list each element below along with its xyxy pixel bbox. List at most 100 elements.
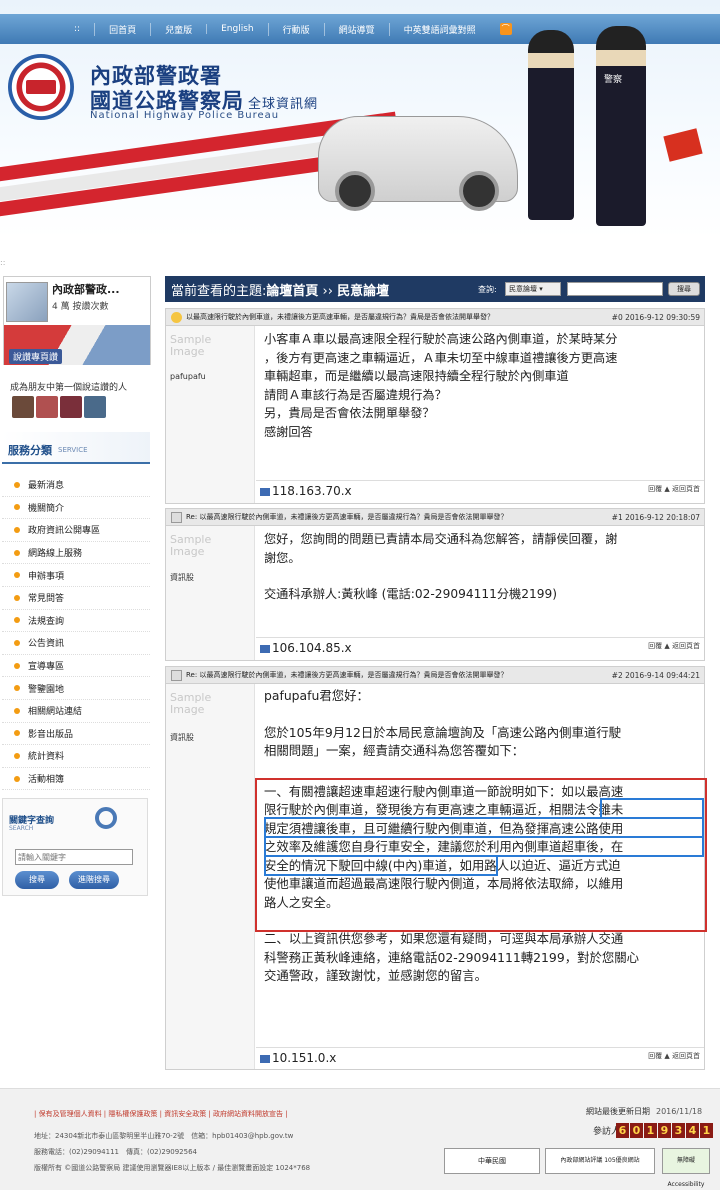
- rss-icon[interactable]: ⌒: [499, 23, 512, 35]
- back-to-top-link[interactable]: 返回頁首: [672, 485, 700, 493]
- avatar[interactable]: [84, 396, 106, 418]
- bullet-icon: [14, 685, 20, 692]
- service-item[interactable]: 活動相簿: [2, 768, 150, 791]
- avatar[interactable]: [12, 396, 34, 418]
- board-select-value: 民意論壇: [509, 285, 537, 293]
- breadcrumb-section-link[interactable]: 民意論壇: [337, 284, 389, 299]
- author-name[interactable]: pafupafu: [170, 372, 206, 381]
- author-name[interactable]: 資訊股: [170, 572, 194, 583]
- service-item[interactable]: 警鑒園地: [2, 677, 150, 700]
- nav-english[interactable]: English: [206, 24, 268, 34]
- nav-sitemap[interactable]: 網站導覽: [323, 22, 389, 36]
- nav-mobile[interactable]: 行動版: [267, 22, 324, 36]
- board-search-input[interactable]: [567, 282, 663, 296]
- service-item[interactable]: 機關簡介: [2, 497, 150, 520]
- flag-image: [663, 128, 703, 162]
- service-item[interactable]: 網路線上服務: [2, 542, 150, 565]
- nav-kids[interactable]: 兒童版: [150, 22, 206, 36]
- post-line: pafupafu君您好：: [264, 688, 369, 703]
- post-title: 以最高速限行駛於內側車道，未禮讓後方更高速車輛，是否屬違規行為？貴局是否會依法開…: [166, 309, 704, 326]
- keyword-input[interactable]: [15, 849, 133, 865]
- breadcrumb-forum-link[interactable]: 論壇首頁: [266, 284, 318, 299]
- reply-link[interactable]: 回覆: [648, 642, 662, 650]
- site-footer: | 保有及管理個人資料 | 隱私權保護政策 | 資訊安全政策 | 政府網站資料開…: [0, 1088, 720, 1190]
- facebook-page-image[interactable]: [6, 282, 48, 322]
- back-to-top-link[interactable]: 返回頁首: [672, 1052, 700, 1060]
- footer-address: 地址：24304新北市泰山區黎明里半山雅70-2號 信箱：hpb01403@hp…: [34, 1132, 294, 1140]
- post-line: ，後方有更高速之車輛逼近，Ａ車未切至中線車道禮讓後方更高速: [264, 350, 618, 365]
- board-select[interactable]: 民意論壇 ▾: [505, 282, 561, 296]
- breadcrumb-label: 當前查看的主題:: [171, 283, 267, 299]
- roc-badge[interactable]: 中華民國: [444, 1148, 540, 1174]
- back-to-top-link[interactable]: 返回頁首: [672, 642, 700, 650]
- highlight-blue-box: [600, 798, 704, 819]
- update-label: 網站最後更新日期: [586, 1107, 650, 1116]
- keyword-search-button[interactable]: 搜尋: [15, 871, 59, 889]
- service-item[interactable]: 統計資料: [2, 745, 150, 768]
- post-line: 小客車Ａ車以最高速限全程行駛於高速公路內側車道，於某時某分: [264, 332, 618, 346]
- post-line: 相關問題」一案，經責請交通科為您答覆如下：: [264, 743, 525, 758]
- document-icon: [171, 670, 182, 681]
- service-item[interactable]: 最新消息: [2, 474, 150, 497]
- service-item[interactable]: 申辦事項: [2, 564, 150, 587]
- reply-link[interactable]: 回覆: [648, 485, 662, 493]
- post-line: 科警務正黃秋峰連絡，連絡電話02-29094111轉2199，對於您關心: [264, 949, 640, 965]
- award-badge[interactable]: 內政部網站評議 105優良網站: [545, 1148, 655, 1174]
- post-line: 您好，您詢問的問題已責請本局交通科為您解答，請靜侯回覆，謝: [264, 532, 618, 546]
- post-author-panel: Sample Image 資訊股: [166, 526, 255, 660]
- avatar[interactable]: [60, 396, 82, 418]
- smiley-icon: [171, 312, 182, 323]
- service-item-label: 警鑒園地: [28, 684, 65, 695]
- service-item[interactable]: 法規查詢: [2, 610, 150, 633]
- service-item-label: 相關網站連結: [28, 707, 83, 718]
- post-line: 二、以上資訊供您參考，如果您還有疑問，可逕與本局承辦人交通: [264, 931, 624, 946]
- footer-links[interactable]: | 保有及管理個人資料 | 隱私權保護政策 | 資訊安全政策 | 政府網站資料開…: [34, 1109, 288, 1119]
- forum-post: Re: 以最高速限行駛於內側車道，未禮讓後方更高速車輛，是否屬違規行為？貴局是否…: [165, 666, 707, 1070]
- post-footer: 10.151.0.x 回覆 ▲ 返回頁首: [256, 1047, 704, 1065]
- magnifier-icon: [95, 807, 117, 829]
- post-body: 您好，您詢問的問題已責請本局交通科為您解答，請靜侯回覆，謝 謝您。 交通科承辦人…: [264, 530, 617, 604]
- post-title-text: Re: 以最高速限行駛於內側車道，未禮讓後方更高速車輛，是否屬違規行為？貴局是否…: [186, 671, 508, 679]
- post-title: Re: 以最高速限行駛於內側車道，未禮讓後方更高速車輛，是否屬違規行為？貴局是否…: [166, 667, 704, 684]
- nav-glossary[interactable]: 中英雙語詞彙對照: [388, 22, 490, 36]
- service-item[interactable]: 影音出版品: [2, 723, 150, 746]
- bullet-icon: [14, 775, 20, 782]
- computer-icon: [260, 487, 270, 496]
- nav-home[interactable]: 回首頁: [94, 22, 150, 36]
- service-item-label: 公告資訊: [28, 639, 65, 650]
- post-line: [264, 706, 639, 724]
- service-item[interactable]: 公告資訊: [2, 632, 150, 655]
- site-banner: :: 回首頁 兒童版 English 行動版 網站導覽 中英雙語詞彙對照 ⌒ 內…: [0, 0, 720, 238]
- post-line: [264, 761, 639, 779]
- facebook-page-name[interactable]: 內政部警政...: [52, 281, 120, 297]
- service-item[interactable]: 政府資訊公開專區: [2, 519, 150, 542]
- service-item[interactable]: 常見問答: [2, 587, 150, 610]
- service-title: 服務分類: [8, 444, 52, 457]
- service-item-label: 機關簡介: [28, 503, 65, 514]
- service-item-label: 政府資訊公開專區: [28, 526, 101, 537]
- post-line: 請問Ａ車該行為是否屬違規行為？: [264, 387, 447, 402]
- author-name[interactable]: 資訊股: [170, 732, 194, 743]
- avatar[interactable]: [36, 396, 58, 418]
- accessibility-badge[interactable]: 無障礙 Accessibility: [662, 1148, 710, 1188]
- police-logo[interactable]: [8, 54, 74, 120]
- visitor-digit: 6: [616, 1123, 629, 1138]
- bullet-icon: [14, 549, 20, 556]
- keyword-search-box: 關鍵字查詢 SEARCH 搜尋 進階搜尋: [2, 798, 148, 896]
- service-item[interactable]: 宣導專區: [2, 655, 150, 678]
- site-title-english: National Highway Police Bureau: [90, 110, 280, 121]
- bullet-icon: [14, 752, 20, 759]
- post-footer: 106.104.85.x 回覆 ▲ 返回頁首: [256, 637, 704, 655]
- service-item[interactable]: 相關網站連結: [2, 700, 150, 723]
- service-header: 服務分類 SERVICE: [2, 432, 150, 464]
- facebook-likes: 4 萬 按讚次數: [52, 302, 109, 312]
- board-search-button[interactable]: 搜尋: [668, 282, 700, 296]
- advanced-search-button[interactable]: 進階搜尋: [69, 871, 119, 889]
- bullet-icon: [14, 572, 20, 579]
- reply-link[interactable]: 回覆: [648, 1052, 662, 1060]
- highlight-blue-box: [264, 836, 704, 857]
- facebook-like-button[interactable]: 說讚專頁讚: [9, 349, 63, 364]
- visitor-digit: 9: [658, 1123, 671, 1138]
- service-item-label: 網路線上服務: [28, 549, 83, 560]
- last-update: 網站最後更新日期 2016/11/18: [586, 1106, 702, 1117]
